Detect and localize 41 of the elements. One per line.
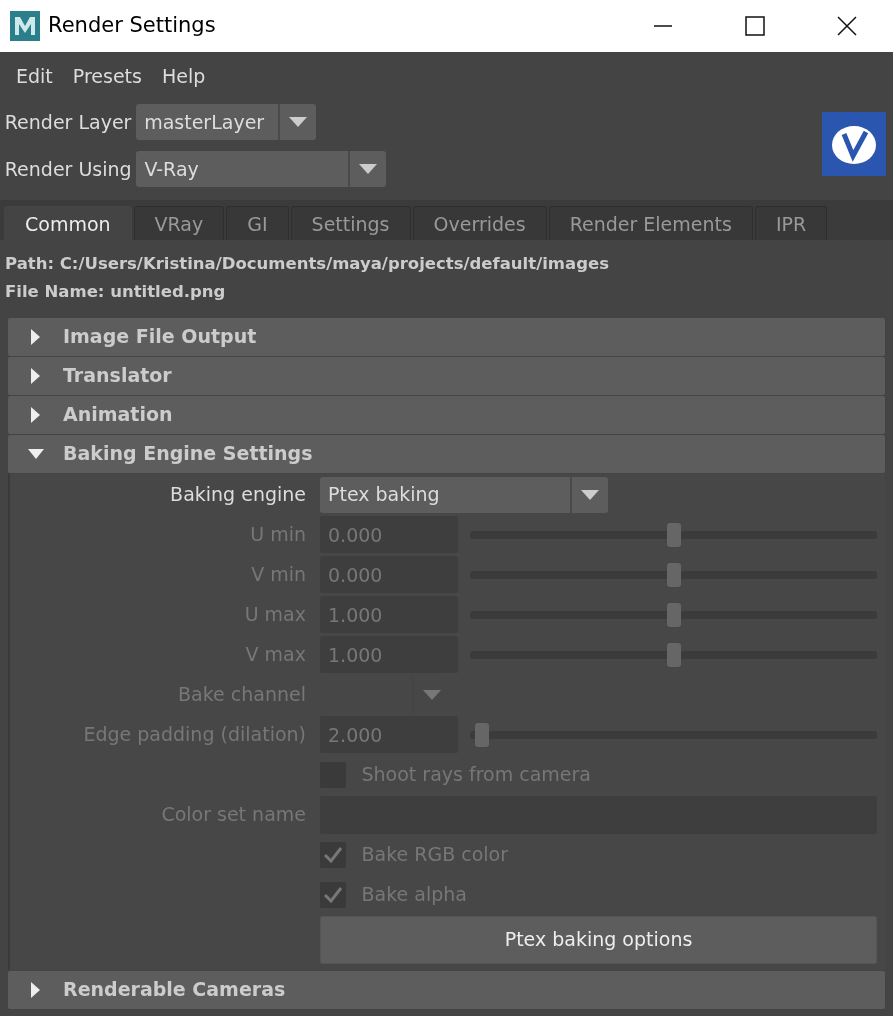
check-icon — [323, 885, 343, 904]
dropdown-arrow-icon — [423, 689, 441, 700]
path-text: Path: C:/Users/Kristina/Documents/maya/projects/default/images — [4, 252, 610, 275]
close-icon — [837, 16, 857, 36]
section-header[interactable]: Image File Output — [8, 317, 885, 356]
menu-item[interactable]: Help — [151, 61, 216, 91]
maximize-icon — [745, 16, 765, 36]
tab[interactable]: VRay — [133, 206, 225, 240]
tab[interactable]: Settings — [290, 206, 411, 240]
tab[interactable]: Overrides — [412, 206, 547, 240]
field-label: Baking engine — [169, 482, 306, 508]
file-name-text: File Name: untitled.png — [4, 280, 227, 303]
dropdown[interactable]: V-Ray — [136, 151, 387, 187]
dropdown-arrow-icon — [289, 117, 308, 127]
expand-triangle-icon — [31, 328, 40, 345]
section-header[interactable]: Animation — [8, 395, 885, 434]
field-label: Render Using — [4, 156, 132, 182]
expand-triangle-icon — [31, 367, 40, 384]
expand-triangle-icon — [31, 406, 40, 423]
dropdown[interactable]: masterLayer — [136, 104, 317, 140]
window-title: Render Settings — [48, 12, 216, 40]
check-icon — [323, 845, 343, 864]
app-icon — [10, 11, 40, 41]
expand-triangle-icon — [31, 981, 40, 998]
tab[interactable]: Render Elements — [548, 206, 753, 240]
section-header[interactable]: Translator — [8, 356, 885, 395]
tab[interactable]: IPR — [754, 206, 828, 240]
tab[interactable]: Common — [4, 206, 132, 240]
field-label: Render Layer — [4, 109, 132, 135]
dropdown-arrow-icon — [359, 164, 378, 174]
section-header[interactable]: Renderable Cameras — [8, 970, 885, 1009]
options-button[interactable]: Ptex baking options — [320, 915, 877, 964]
menu-item[interactable]: Presets — [62, 61, 152, 91]
collapse-triangle-icon — [27, 448, 44, 459]
tab[interactable]: GI — [226, 206, 289, 240]
dropdown-arrow-icon — [581, 489, 599, 500]
v-logo-icon — [822, 112, 886, 176]
dropdown[interactable]: Ptex baking — [320, 476, 608, 513]
menu-item[interactable]: Edit — [6, 61, 63, 91]
section-header[interactable]: Baking Engine Settings — [8, 434, 885, 473]
minimize-icon — [654, 25, 672, 27]
